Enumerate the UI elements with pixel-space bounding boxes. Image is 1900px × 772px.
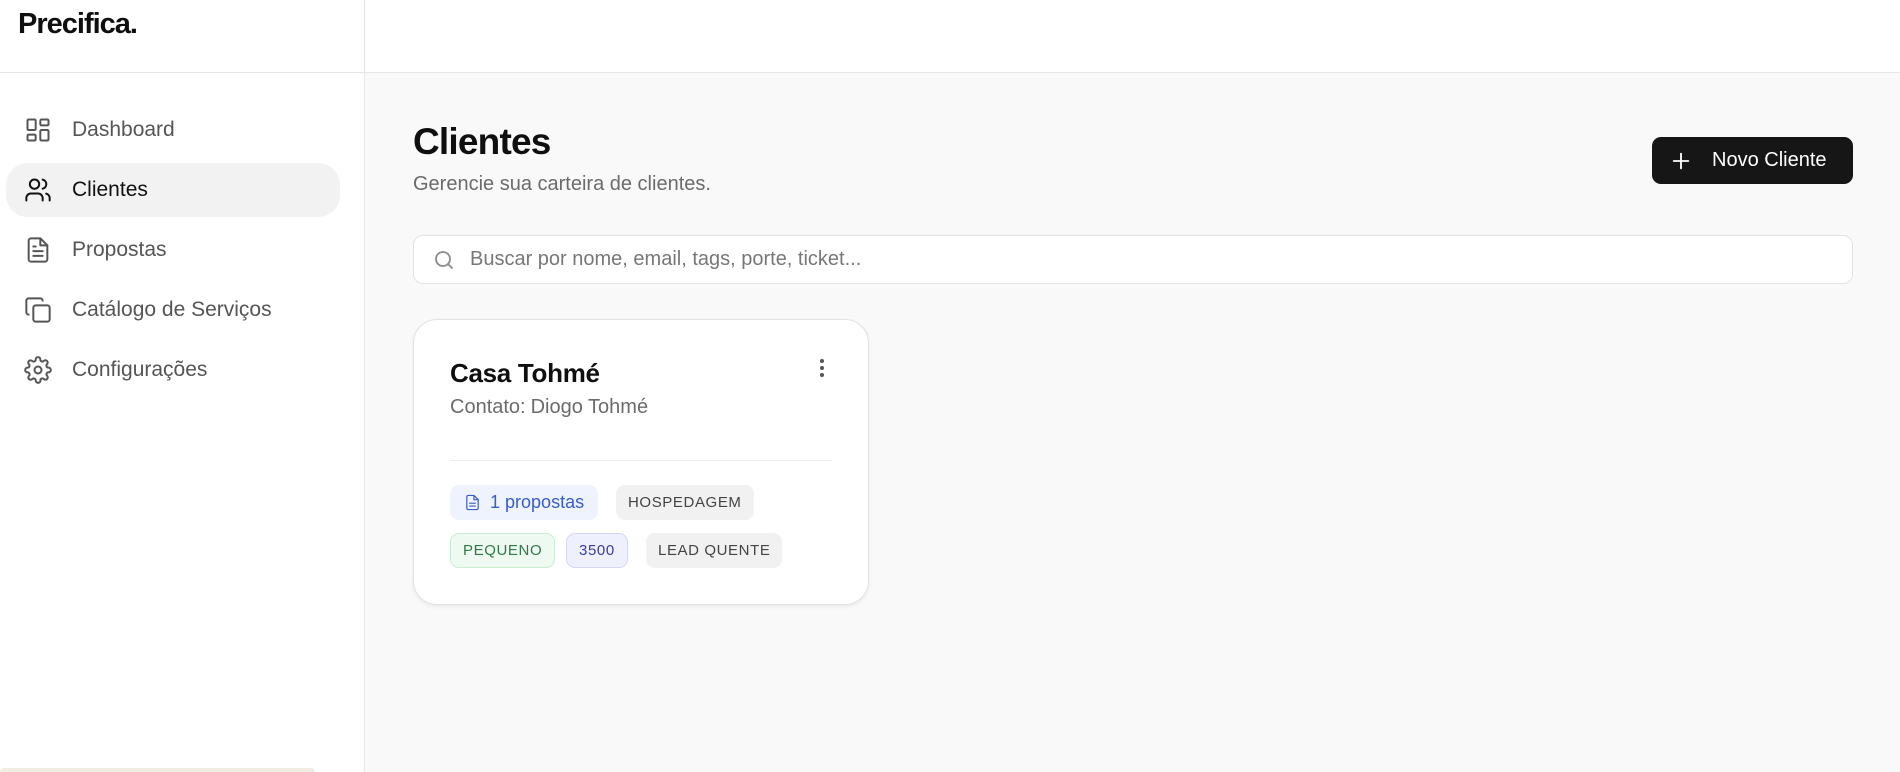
- proposals-count: 1: [490, 492, 501, 512]
- users-icon: [24, 176, 52, 204]
- new-client-button[interactable]: Novo Cliente: [1652, 137, 1853, 184]
- gear-icon: [24, 356, 52, 384]
- search-input[interactable]: [470, 248, 1852, 271]
- sidebar-item-propostas[interactable]: Propostas: [6, 223, 340, 277]
- tag-ticket: 3500: [566, 533, 628, 568]
- sidebar-item-label: Configurações: [72, 358, 208, 381]
- client-contact: Contato: Diogo Tohmé: [450, 396, 648, 419]
- client-contact-name: Diogo Tohmé: [530, 396, 649, 418]
- page-subtitle: Gerencie sua carteira de clientes.: [413, 173, 711, 195]
- sidebar-item-clientes[interactable]: Clientes: [6, 163, 340, 217]
- sidebar: Precifica. Dashboard Clientes Propostas …: [0, 0, 365, 772]
- top-bar: [365, 0, 1900, 73]
- sidebar-item-label: Clientes: [72, 178, 148, 201]
- sidebar-item-catalogo[interactable]: Catálogo de Serviços: [6, 283, 340, 337]
- search-icon: [432, 248, 456, 272]
- card-divider: [450, 460, 832, 461]
- document-icon: [464, 494, 481, 511]
- sidebar-footer-bar: [0, 768, 315, 772]
- sidebar-nav: Dashboard Clientes Propostas Catálogo de…: [0, 73, 364, 397]
- brand-logo[interactable]: Precifica.: [18, 8, 138, 40]
- copy-icon: [24, 296, 52, 324]
- tag-size: PEQUENO: [450, 533, 556, 568]
- proposals-label: propostas: [505, 492, 585, 512]
- sidebar-item-label: Propostas: [72, 238, 167, 261]
- sidebar-item-dashboard[interactable]: Dashboard: [6, 103, 340, 157]
- document-icon: [24, 236, 52, 264]
- sidebar-item-configuracoes[interactable]: Configurações: [6, 343, 340, 397]
- page-title: Clientes: [413, 121, 551, 162]
- sidebar-item-label: Catálogo de Serviços: [72, 298, 272, 321]
- sidebar-item-label: Dashboard: [72, 118, 175, 141]
- proposals-badge[interactable]: 1 propostas: [450, 485, 599, 520]
- tag-segment: HOSPEDAGEM: [616, 485, 754, 520]
- client-contact-label: Contato:: [450, 396, 526, 418]
- plus-icon: [1670, 150, 1692, 172]
- brand-header: Precifica.: [0, 0, 364, 73]
- new-client-button-label: Novo Cliente: [1712, 149, 1827, 171]
- client-card[interactable]: Casa Tohmé Contato: Diogo Tohmé 1 propost…: [413, 319, 869, 605]
- search-bar: [413, 235, 1853, 284]
- more-vertical-icon[interactable]: [814, 356, 830, 380]
- client-name: Casa Tohmé: [450, 358, 600, 388]
- dashboard-icon: [24, 116, 52, 144]
- tag-status: LEAD QUENTE: [646, 533, 783, 568]
